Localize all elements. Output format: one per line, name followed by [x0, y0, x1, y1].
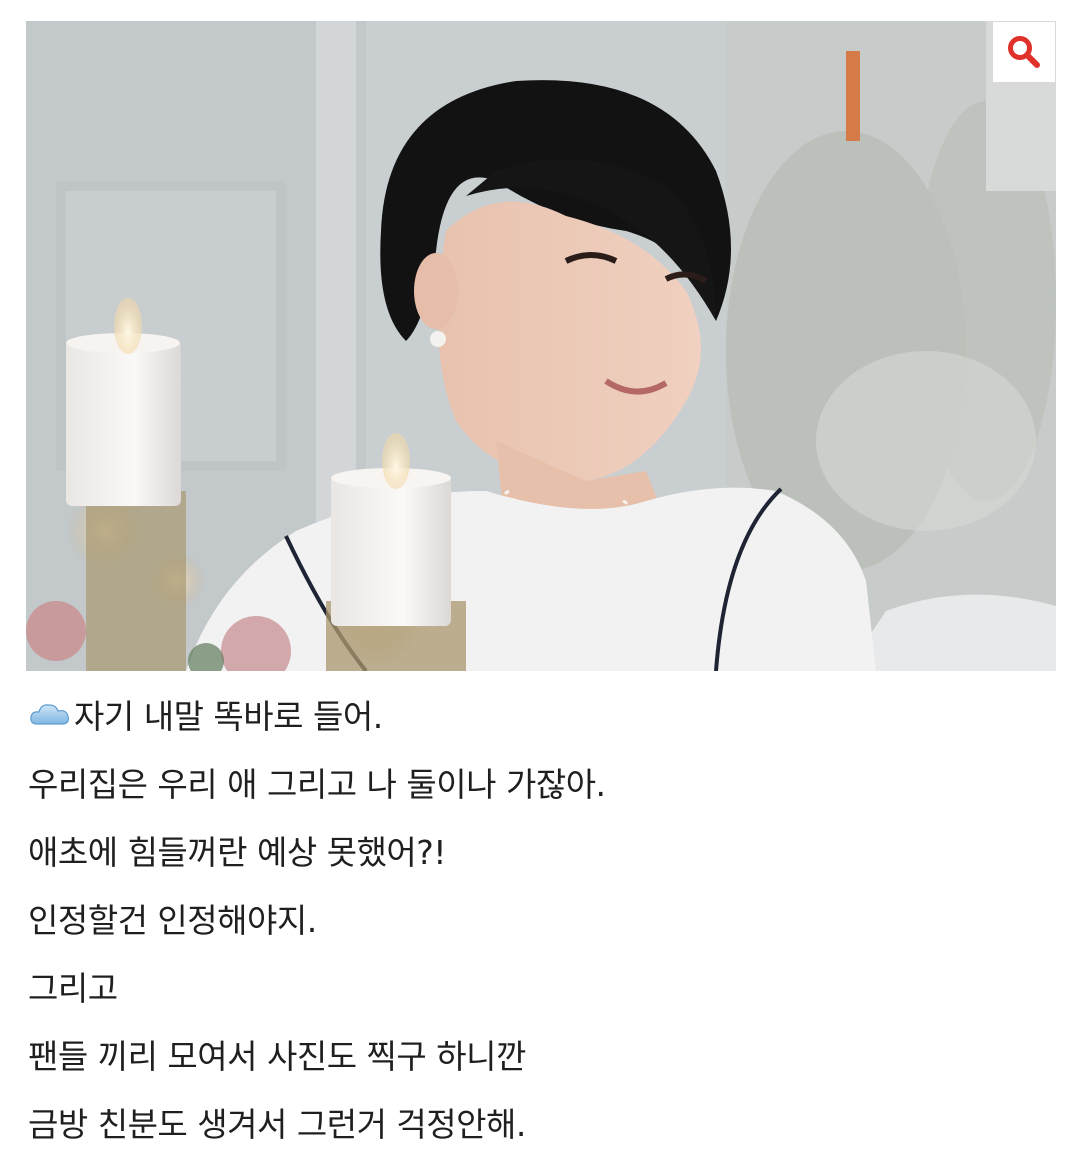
- caption-line: 인정할건 인정해야지.: [28, 884, 1058, 952]
- caption-text: 애초에 힘들꺼란 예상 못했어?!: [28, 833, 447, 872]
- caption-line: 금방 친분도 생겨서 그런거 걱정안해.: [28, 1088, 1058, 1156]
- post-content: 자기 내말 똑바로 들어. 우리집은 우리 애 그리고 나 둘이나 가잖아. 애…: [0, 0, 1080, 1165]
- caption-text: 금방 친분도 생겨서 그런거 걱정안해.: [28, 1105, 526, 1144]
- post-caption: 자기 내말 똑바로 들어. 우리집은 우리 애 그리고 나 둘이나 가잖아. 애…: [28, 680, 1058, 1156]
- search-icon: [1008, 36, 1040, 68]
- caption-text: 자기 내말 똑바로 들어.: [74, 697, 383, 736]
- caption-line: 애초에 힘들꺼란 예상 못했어?!: [28, 816, 1058, 884]
- caption-line: 우리집은 우리 애 그리고 나 둘이나 가잖아.: [28, 748, 1058, 816]
- caption-line: 팬들 끼리 모여서 사진도 찍구 하니깐: [28, 1020, 1058, 1088]
- cloud-icon: [30, 704, 69, 725]
- caption-text: 우리집은 우리 애 그리고 나 둘이나 가잖아.: [28, 765, 606, 804]
- zoom-button[interactable]: [992, 21, 1056, 83]
- post-photo[interactable]: [26, 21, 1056, 671]
- caption-line: 그리고: [28, 952, 1058, 1020]
- caption-line: 자기 내말 똑바로 들어.: [28, 680, 1058, 748]
- caption-text: 인정할건 인정해야지.: [28, 901, 317, 940]
- caption-text: 팬들 끼리 모여서 사진도 찍구 하니깐: [28, 1037, 526, 1076]
- photo-illustration: [26, 21, 1056, 671]
- caption-text: 그리고: [28, 969, 118, 1008]
